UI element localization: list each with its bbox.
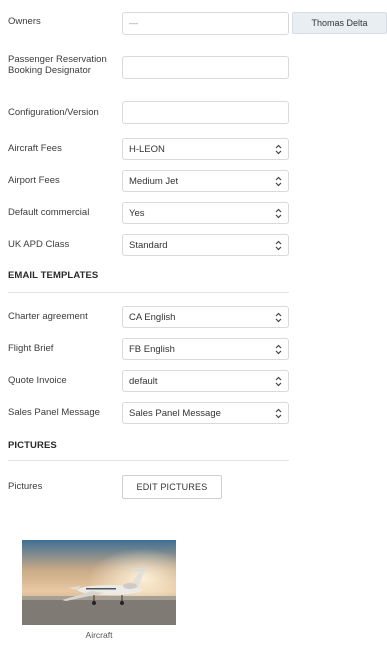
sales-panel-label: Sales Panel Message	[8, 407, 100, 418]
email-templates-heading: EMAIL TEMPLATES	[8, 270, 99, 281]
chevron-updown-icon	[275, 408, 282, 419]
pictures-divider	[8, 460, 289, 461]
quote-invoice-value: default	[129, 376, 158, 387]
chevron-updown-icon	[275, 376, 282, 387]
aircraft-fees-label: Aircraft Fees	[8, 143, 62, 154]
sales-panel-value: Sales Panel Message	[129, 408, 221, 419]
charter-agreement-value: CA English	[129, 312, 176, 323]
email-templates-divider	[8, 292, 289, 293]
airport-fees-select[interactable]: Medium Jet	[122, 170, 289, 192]
default-commercial-select[interactable]: Yes	[122, 202, 289, 224]
owner-thomas-delta-button[interactable]: Thomas Delta	[292, 12, 387, 34]
owners-value: —	[129, 18, 138, 28]
airport-fees-value: Medium Jet	[129, 176, 179, 187]
aircraft-photo[interactable]	[22, 540, 176, 625]
airport-fees-label: Airport Fees	[8, 175, 60, 186]
config-input[interactable]	[122, 101, 289, 124]
uk-apd-label: UK APD Class	[8, 239, 70, 250]
aircraft-image	[22, 540, 176, 625]
quote-invoice-label: Quote Invoice	[8, 375, 67, 386]
default-commercial-value: Yes	[129, 208, 145, 219]
owners-input[interactable]: —	[122, 12, 289, 35]
aircraft-photo-caption: Aircraft	[85, 630, 113, 640]
default-commercial-label: Default commercial	[8, 207, 90, 218]
config-label: Configuration/Version	[8, 107, 99, 118]
chevron-updown-icon	[275, 312, 282, 323]
flight-brief-label: Flight Brief	[8, 343, 54, 354]
charter-agreement-label: Charter agreement	[8, 311, 88, 322]
flight-brief-value: FB English	[129, 344, 175, 355]
charter-agreement-select[interactable]: CA English	[122, 306, 289, 328]
aircraft-fees-value: H-LEON	[129, 144, 165, 155]
chevron-updown-icon	[275, 176, 282, 187]
prbd-label: Passenger Reservation Booking Designator	[8, 54, 107, 76]
uk-apd-select[interactable]: Standard	[122, 234, 289, 256]
flight-brief-select[interactable]: FB English	[122, 338, 289, 360]
uk-apd-value: Standard	[129, 240, 168, 251]
owners-label: Owners	[8, 16, 41, 27]
pictures-label: Pictures	[8, 481, 43, 492]
pictures-heading: PICTURES	[8, 440, 57, 451]
chevron-updown-icon	[275, 144, 282, 155]
chevron-updown-icon	[275, 344, 282, 355]
sales-panel-select[interactable]: Sales Panel Message	[122, 402, 289, 424]
chevron-updown-icon	[275, 208, 282, 219]
prbd-input[interactable]	[122, 56, 289, 79]
quote-invoice-select[interactable]: default	[122, 370, 289, 392]
chevron-updown-icon	[275, 240, 282, 251]
edit-pictures-button[interactable]: EDIT PICTURES	[122, 475, 222, 499]
aircraft-fees-select[interactable]: H-LEON	[122, 138, 289, 160]
